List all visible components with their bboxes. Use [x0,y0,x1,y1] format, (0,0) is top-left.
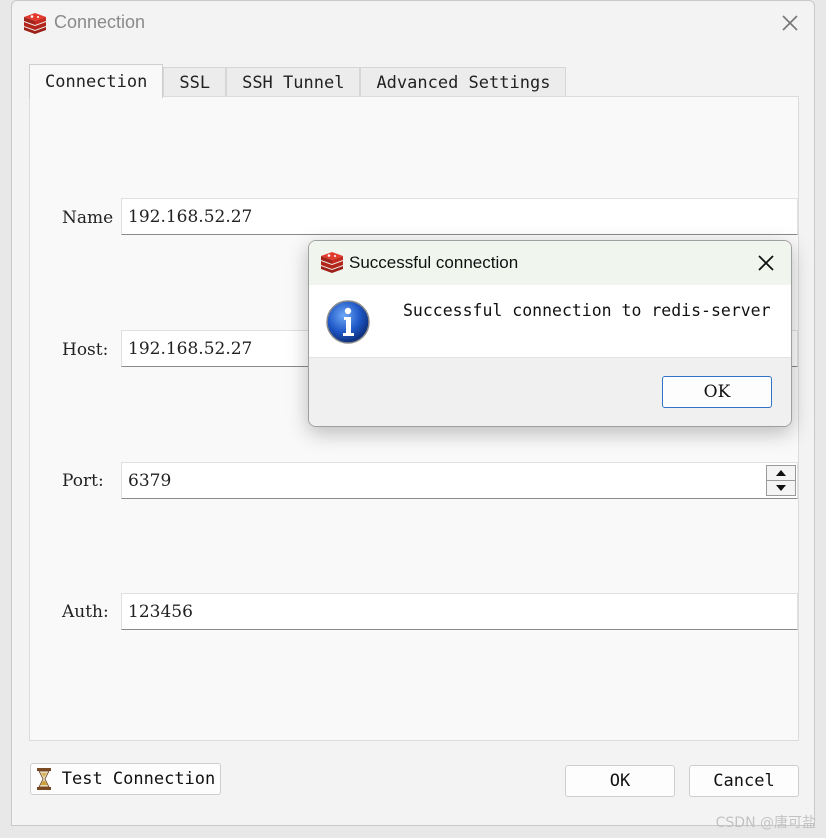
dialog-titlebar: Successful connection [309,241,791,285]
port-decrement-button[interactable] [766,481,796,496]
port-spinner [766,465,796,496]
chevron-down-icon [776,485,786,491]
watermark: CSDN @唐可盐 [715,815,816,831]
ok-button[interactable]: OK [565,765,675,797]
settings-tabs: Connection SSL SSH Tunnel Advanced Setti… [29,64,567,98]
hourglass-icon [36,768,51,790]
info-icon [326,300,370,344]
port-spinbox[interactable]: 6379 [121,462,798,499]
name-input[interactable]: 192.168.52.27 [121,198,798,235]
auth-label: Auth: [62,602,109,622]
dialog-body: Successful connection to redis-server [309,285,791,357]
port-label: Port: [62,471,104,491]
tab-ssl[interactable]: SSL [163,67,227,98]
redis-logo-icon [24,13,46,34]
success-dialog: Successful connection Successful connect… [308,240,792,427]
dialog-ok-button[interactable]: OK [662,376,772,408]
test-connection-label: Test Connection [61,769,216,789]
dialog-title: Successful connection [349,253,519,272]
host-label: Host: [62,340,109,360]
dialog-message: Successful connection to redis-server [403,301,771,320]
test-connection-button[interactable]: Test Connection [30,763,221,795]
dialog-footer: OK [309,357,791,426]
port-increment-button[interactable] [766,465,796,481]
redis-logo-icon [321,252,343,273]
name-label: Name [62,208,114,228]
close-icon [782,15,798,31]
auth-input[interactable]: 123456 [121,593,798,630]
tab-advanced-settings[interactable]: Advanced Settings [360,67,567,98]
window-title: Connection [54,12,146,32]
tab-connection[interactable]: Connection [29,64,164,98]
chevron-up-icon [776,470,786,476]
window-close-button[interactable] [776,9,804,37]
dialog-close-button[interactable] [753,250,779,276]
close-icon [758,255,774,271]
tab-ssh-tunnel[interactable]: SSH Tunnel [226,67,361,98]
port-value: 6379 [128,470,172,491]
cancel-button[interactable]: Cancel [689,765,799,797]
window-titlebar: Connection [12,1,814,45]
